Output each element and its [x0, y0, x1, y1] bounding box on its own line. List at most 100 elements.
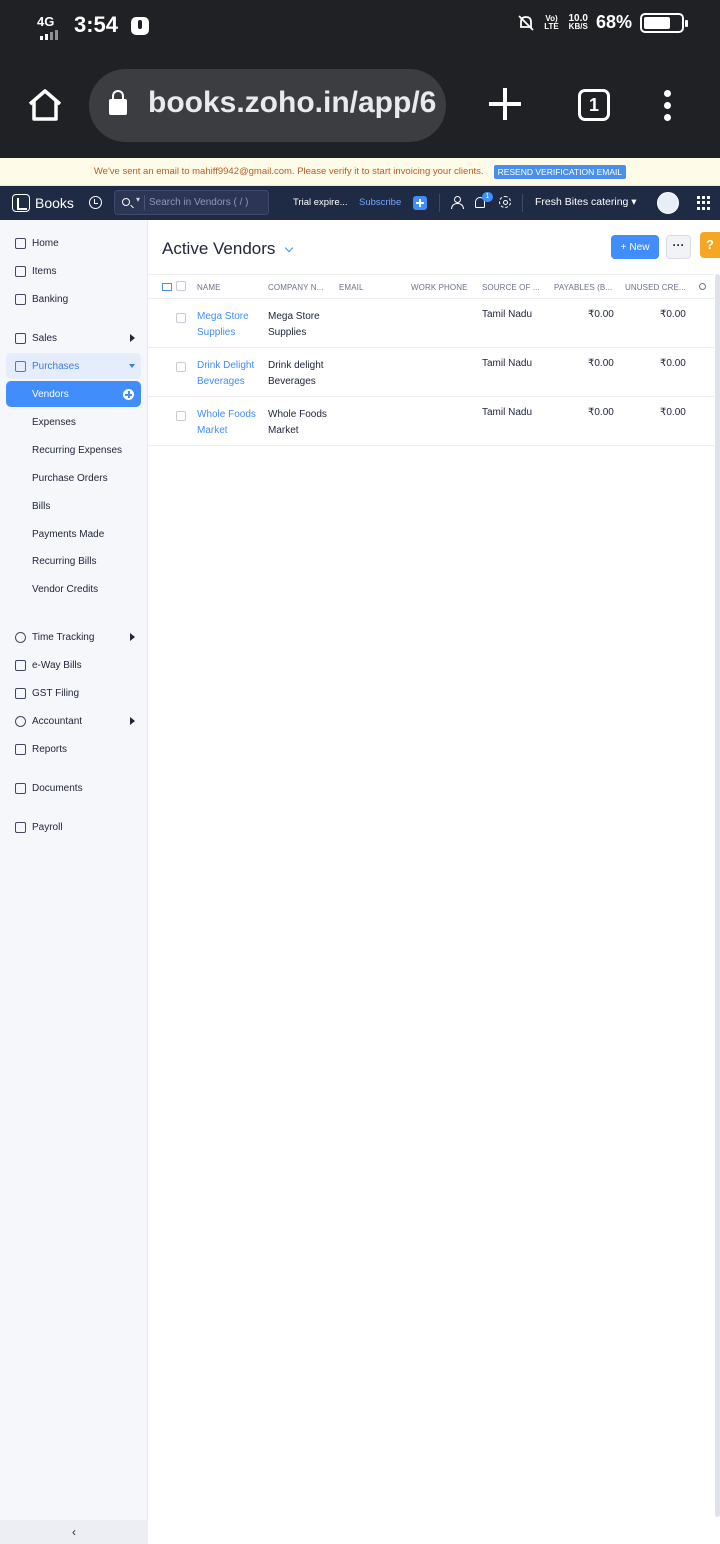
speed-unit: KB/S: [568, 22, 588, 31]
column-source[interactable]: SOURCE OF ...: [482, 283, 540, 292]
sidebar-item-reports[interactable]: Reports: [6, 736, 141, 762]
row-checkbox[interactable]: [176, 411, 186, 421]
lock-icon: [109, 90, 127, 115]
sidebar-item-home[interactable]: Home: [6, 230, 141, 256]
column-settings-icon[interactable]: [162, 283, 172, 291]
sidebar-item-label: Bills: [32, 500, 51, 512]
sidebar-item-accountant[interactable]: Accountant: [6, 708, 141, 734]
table-row[interactable]: Whole Foods Market Whole Foods Market Ta…: [148, 397, 714, 446]
clock-time: 3:54: [74, 12, 119, 37]
vendor-source: Tamil Nadu: [482, 358, 533, 369]
sidebar-collapse-button[interactable]: ‹: [0, 1520, 148, 1544]
sidebar-item-bills[interactable]: Bills: [6, 493, 141, 519]
sidebar-item-recurring-expenses[interactable]: Recurring Expenses: [6, 437, 141, 463]
add-vendor-icon[interactable]: [123, 389, 134, 400]
vendor-name-link[interactable]: Mega Store Supplies: [197, 309, 262, 341]
sidebar-item-label: Items: [32, 265, 57, 277]
subscribe-link[interactable]: Subscribe: [359, 197, 401, 208]
vendor-company: Mega Store Supplies: [268, 311, 320, 338]
sidebar-item-label: Purchases: [32, 360, 80, 372]
select-all-checkbox[interactable]: [176, 281, 186, 291]
chevron-down-icon[interactable]: [284, 243, 294, 253]
row-checkbox[interactable]: [176, 313, 186, 323]
payroll-icon: [15, 821, 26, 833]
vendor-payables: ₹0.00: [588, 358, 614, 369]
column-work-phone[interactable]: WORK PHONE: [411, 283, 468, 292]
network-speed: 10.0 KB/S: [569, 14, 588, 31]
sidebar-item-label: Vendor Credits: [32, 583, 99, 595]
tab-switcher-button[interactable]: 1: [578, 89, 610, 121]
sidebar-item-label: Recurring Bills: [32, 555, 97, 567]
verification-banner: We've sent an email to mahiff9942@gmail.…: [0, 158, 720, 186]
search-icon[interactable]: [122, 198, 130, 206]
url-text: books.zoho.in/app/6: [148, 86, 437, 119]
sidebar-item-payments-made[interactable]: Payments Made: [6, 521, 141, 547]
help-button[interactable]: ?: [700, 232, 720, 258]
vendor-payables: ₹0.00: [588, 407, 614, 418]
table-search-icon[interactable]: [699, 283, 706, 290]
new-vendor-button[interactable]: + New: [611, 235, 659, 259]
column-payables[interactable]: PAYABLES (B...: [554, 283, 612, 292]
sidebar-item-label: Recurring Expenses: [32, 444, 123, 456]
users-icon[interactable]: [451, 196, 465, 209]
sidebar-item-banking[interactable]: Banking: [6, 286, 141, 312]
search-divider: [144, 195, 145, 210]
search-input[interactable]: [149, 194, 264, 211]
sidebar-item-gst-filing[interactable]: GST Filing: [6, 680, 141, 706]
sidebar-item-eway-bills[interactable]: e-Way Bills: [6, 652, 141, 678]
sidebar-item-label: e-Way Bills: [32, 659, 82, 671]
nav-divider: [439, 194, 440, 212]
browser-menu-icon[interactable]: [664, 90, 672, 122]
table-row[interactable]: Mega Store Supplies Mega Store Supplies …: [148, 299, 714, 348]
notification-badge: 1: [482, 192, 493, 202]
sidebar-item-sales[interactable]: Sales: [6, 325, 141, 351]
app-grid-icon[interactable]: [697, 196, 711, 210]
battery-percent: 68%: [595, 12, 632, 32]
table-header: NAME COMPANY N... EMAIL WORK PHONE SOURC…: [148, 274, 714, 299]
sidebar-item-label: Reports: [32, 743, 68, 755]
sidebar-item-documents[interactable]: Documents: [6, 775, 141, 801]
sidebar-item-label: Payroll: [32, 821, 63, 833]
quick-create-button[interactable]: [413, 196, 427, 210]
books-logo-icon[interactable]: [12, 194, 30, 212]
org-switcher[interactable]: Fresh Bites catering ▾: [535, 196, 637, 208]
app-name[interactable]: Books: [35, 195, 74, 211]
scrollbar[interactable]: [715, 274, 720, 1517]
row-checkbox[interactable]: [176, 362, 186, 372]
column-company[interactable]: COMPANY N...: [268, 283, 324, 292]
vendors-table: NAME COMPANY N... EMAIL WORK PHONE SOURC…: [148, 274, 714, 446]
vendor-name-link[interactable]: Drink Delight Beverages: [197, 358, 262, 390]
sidebar-item-purchase-orders[interactable]: Purchase Orders: [6, 465, 141, 491]
search-box: ▾: [114, 190, 269, 215]
accountant-icon: [15, 715, 26, 727]
column-name[interactable]: NAME: [197, 283, 221, 292]
sidebar-item-expenses[interactable]: Expenses: [6, 409, 141, 435]
clock-icon: [15, 631, 26, 643]
column-email[interactable]: EMAIL: [339, 283, 364, 292]
sidebar: Home Items Banking Sales Purchases Vendo…: [0, 220, 148, 1544]
browser-home-icon[interactable]: [25, 85, 65, 125]
sidebar-item-vendor-credits[interactable]: Vendor Credits: [6, 576, 141, 602]
sidebar-item-purchases[interactable]: Purchases: [6, 353, 141, 379]
address-bar[interactable]: books.zoho.in/app/6: [89, 69, 446, 142]
sidebar-item-label: Banking: [32, 293, 69, 305]
column-unused-credits[interactable]: UNUSED CRE...: [625, 283, 686, 292]
more-options-button[interactable]: ···: [666, 235, 691, 259]
avatar[interactable]: [657, 192, 679, 214]
sidebar-item-time-tracking[interactable]: Time Tracking: [6, 624, 141, 650]
chevron-down-icon[interactable]: ▾: [136, 195, 140, 204]
new-tab-button[interactable]: [487, 86, 523, 122]
history-icon[interactable]: [89, 196, 102, 209]
sidebar-item-payroll[interactable]: Payroll: [6, 814, 141, 840]
signal-icon: [40, 30, 58, 40]
resend-verification-button[interactable]: RESEND VERIFICATION EMAIL: [493, 164, 627, 179]
sidebar-item-items[interactable]: Items: [6, 258, 141, 284]
sidebar-item-recurring-bills[interactable]: Recurring Bills: [6, 548, 141, 574]
page-title[interactable]: Active Vendors: [162, 239, 275, 259]
table-row[interactable]: Drink Delight Beverages Drink delight Be…: [148, 348, 714, 397]
gear-icon[interactable]: [499, 196, 511, 208]
vendor-name-link[interactable]: Whole Foods Market: [197, 407, 262, 439]
sidebar-item-label: Accountant: [32, 715, 83, 727]
sidebar-item-vendors[interactable]: Vendors: [6, 381, 141, 407]
sidebar-item-label: Home: [32, 237, 59, 249]
